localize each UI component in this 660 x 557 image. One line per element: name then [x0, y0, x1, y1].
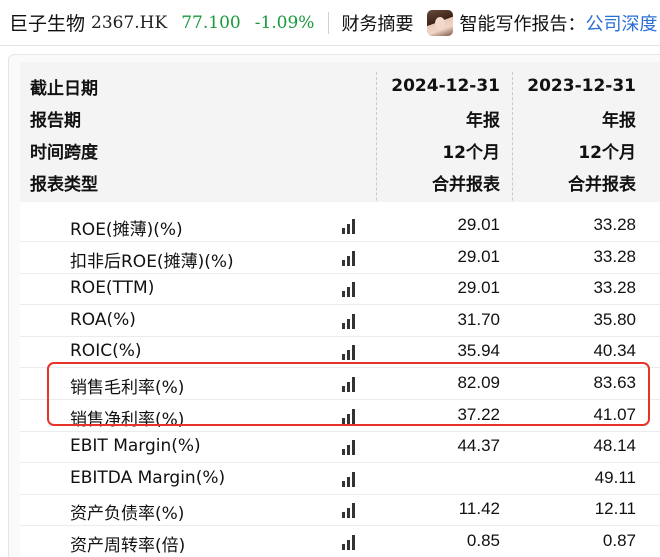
value-2024: 11.42	[458, 499, 500, 519]
value-2023: 48.14	[593, 436, 636, 456]
meta-row-type: 报表类型 合并报表 合并报表	[20, 166, 660, 198]
bar-chart-icon[interactable]	[342, 219, 358, 234]
bar-chart-icon[interactable]	[342, 440, 358, 456]
value-2023: 49.11	[594, 467, 636, 487]
company-deep-link[interactable]: 公司深度	[585, 10, 657, 36]
table-row: 扣非后ROE(摊薄)(%) 29.01 33.28	[20, 242, 660, 274]
meta-value: 合并报表	[432, 174, 500, 195]
value-2024: 35.94	[457, 341, 500, 361]
meta-value: 年报	[602, 110, 636, 131]
stock-price: 77.100	[181, 12, 241, 33]
meta-label: 报告期	[30, 110, 81, 131]
meta-value: 年报	[466, 110, 500, 131]
ai-report-label: 智能写作报告：	[459, 13, 586, 35]
table-row: EBITDA Margin(%) 49.11	[20, 463, 660, 495]
value-2023: 35.80	[593, 309, 636, 329]
value-2023: 40.34	[593, 341, 636, 361]
stock-code: 2367.HK	[91, 12, 168, 33]
bar-chart-icon[interactable]	[342, 503, 358, 519]
table-row: ROE(TTM) 29.01 33.28	[20, 273, 660, 306]
header-divider	[328, 11, 330, 34]
bar-chart-icon[interactable]	[342, 313, 358, 329]
metric-name: EBITDA Margin(%)	[70, 467, 226, 488]
ai-avatar-icon	[427, 9, 454, 36]
metric-name: 扣非后ROE(摊薄)(%)	[70, 251, 234, 272]
table-row: ROE(摊薄)(%) 29.01 33.28	[20, 210, 660, 242]
meta-label: 截止日期	[30, 78, 98, 99]
value-2024: 44.37	[457, 436, 500, 456]
value-2023: 33.28	[593, 246, 636, 266]
financial-table: 截止日期 2024-12-31 2023-12-31 报告期 年报 年报 时间跨…	[20, 62, 660, 557]
metric-name: EBIT Margin(%)	[70, 436, 201, 457]
meta-row-span: 时间跨度 12个月 12个月	[20, 134, 660, 166]
metric-name: ROE(TTM)	[70, 278, 155, 299]
bar-chart-icon[interactable]	[342, 345, 358, 361]
tab-financial-summary[interactable]: 财务摘要	[341, 10, 413, 36]
value-2024: 29.01	[457, 215, 500, 234]
value-2023: 33.28	[593, 278, 636, 298]
table-row: EBIT Margin(%) 44.37 48.14	[20, 431, 660, 464]
table-row: ROA(%) 31.70 35.80	[20, 305, 660, 337]
meta-row-date: 截止日期 2024-12-31 2023-12-31	[20, 70, 660, 102]
stock-header: 巨子生物 2367.HK 77.100 -1.09% 财务摘要 智能写作报告： …	[0, 0, 660, 46]
metric-name: 资产负债率(%)	[70, 504, 185, 525]
meta-row-period: 报告期 年报 年报	[20, 102, 660, 134]
table-row: 资产负债率(%) 11.42 12.11	[20, 494, 660, 527]
meta-label: 报表类型	[30, 174, 98, 195]
value-2024: 31.70	[457, 309, 500, 329]
metric-name: 资产周转率(倍)	[70, 536, 186, 556]
table-row: 资产周转率(倍) 0.85 0.87	[20, 526, 660, 557]
metric-name: ROIC(%)	[70, 341, 142, 362]
value-2024: 0.85	[466, 531, 500, 550]
stock-name: 巨子生物	[9, 13, 86, 35]
meta-label: 时间跨度	[30, 142, 98, 163]
bar-chart-icon[interactable]	[342, 250, 358, 266]
meta-value: 12个月	[442, 142, 500, 163]
meta-value: 合并报表	[568, 174, 636, 195]
bar-chart-icon[interactable]	[342, 282, 358, 298]
value-2023: 12.11	[594, 499, 636, 519]
value-2024: 29.01	[457, 278, 500, 298]
metric-name: ROE(摊薄)(%)	[70, 220, 183, 240]
highlight-box	[47, 362, 650, 426]
bar-chart-icon[interactable]	[342, 535, 358, 550]
value-2023: 0.87	[602, 531, 636, 550]
bar-chart-icon[interactable]	[342, 471, 358, 487]
value-2023: 33.28	[593, 215, 636, 234]
metric-name: ROA(%)	[70, 309, 136, 330]
meta-value: 12个月	[578, 142, 636, 163]
meta-value: 2024-12-31	[391, 76, 500, 96]
meta-value: 2023-12-31	[527, 76, 636, 96]
value-2024: 29.01	[457, 246, 500, 266]
stock-change: -1.09%	[254, 12, 315, 33]
